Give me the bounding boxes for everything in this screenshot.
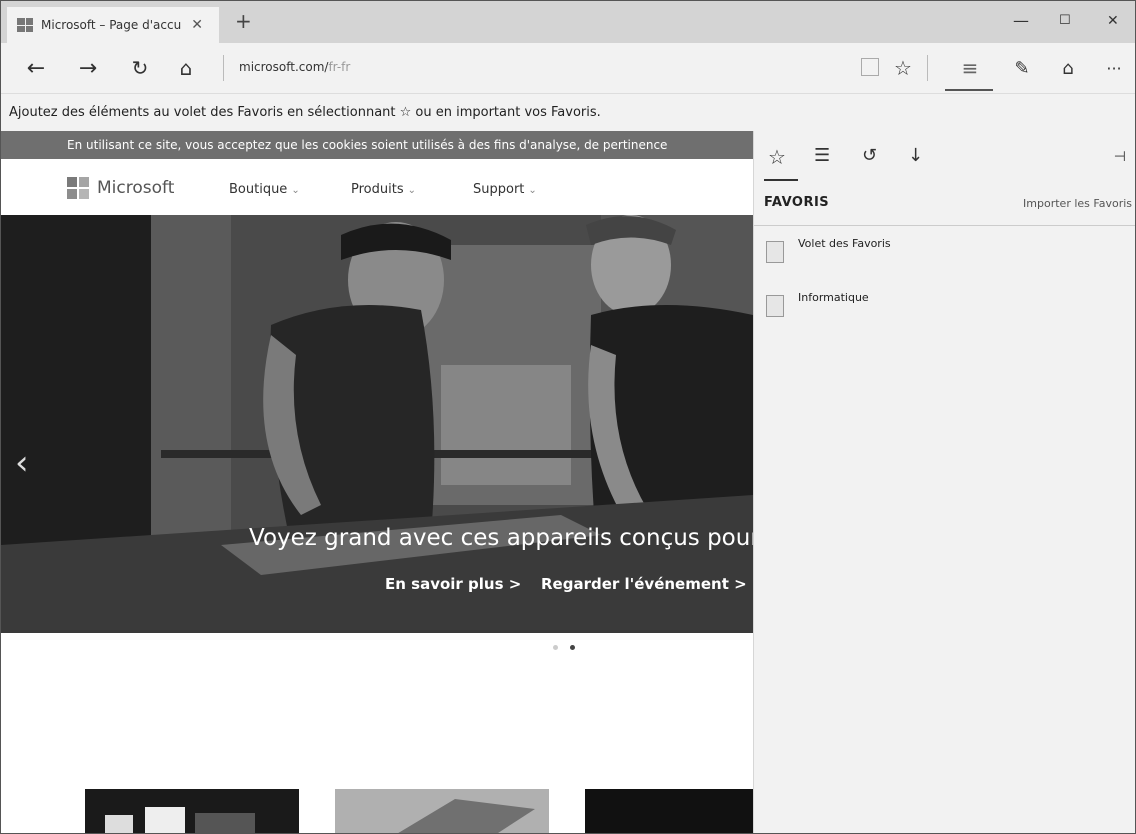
promo-tile[interactable]: [85, 789, 299, 833]
active-tab-indicator: [764, 179, 798, 181]
folder-informatique[interactable]: Informatique: [766, 291, 869, 317]
import-favorites-link[interactable]: Importer les Favoris: [1023, 197, 1132, 210]
address-bar[interactable]: microsoft.com/fr-fr: [239, 60, 350, 74]
close-window-button[interactable]: ✕: [1107, 13, 1119, 29]
divider: [754, 225, 1135, 226]
favorites-bar: Ajoutez des éléments au volet des Favori…: [1, 93, 1135, 132]
nav-produits[interactable]: Produits ⌄: [351, 182, 416, 197]
web-note-button[interactable]: ✎: [1007, 53, 1037, 83]
more-button[interactable]: ···: [1099, 53, 1129, 83]
tab-bar: Microsoft – Page d'accu ✕ + — ☐ ✕: [1, 1, 1135, 43]
site-navigation: Microsoft Boutique ⌄ Produits ⌄ Support ⌄: [1, 159, 753, 216]
pin-panel-icon[interactable]: ⊣: [1114, 149, 1126, 165]
hub-button[interactable]: ≡: [955, 53, 985, 83]
maximize-button[interactable]: ☐: [1059, 13, 1071, 28]
carousel-dots: [553, 645, 575, 650]
folder-name: Informatique: [798, 291, 869, 304]
promo-image: [105, 807, 255, 833]
brand-name: Microsoft: [97, 178, 175, 198]
carousel-dot[interactable]: [553, 645, 558, 650]
tab-title: Microsoft – Page d'accu: [41, 18, 182, 32]
hub-active-indicator: [945, 89, 993, 91]
history-icon[interactable]: ↺: [862, 145, 877, 166]
share-button[interactable]: ⌂: [1053, 53, 1083, 83]
favorites-bar-hint: Ajoutez des éléments au volet des Favori…: [9, 105, 601, 120]
forward-button[interactable]: →: [73, 53, 103, 83]
navigation-bar: ← → ↻ ⌂ microsoft.com/fr-fr ☆ ≡ ✎ ⌂ ···: [1, 43, 1135, 93]
tab-close-icon[interactable]: ✕: [191, 17, 203, 33]
cookie-text: En utilisant ce site, vous acceptez que …: [67, 138, 668, 152]
favorite-star-button[interactable]: ☆: [888, 53, 918, 83]
microsoft-logo-icon: [67, 177, 89, 199]
hero-title: Voyez grand avec ces appareils conçus po…: [249, 525, 753, 551]
carousel-prev-button[interactable]: ‹: [15, 443, 29, 483]
url-domain: microsoft.com/: [239, 60, 329, 74]
promo-image: [335, 789, 549, 833]
minimize-button[interactable]: —: [1013, 11, 1029, 30]
folder-volet-des-favoris[interactable]: Volet des Favoris: [766, 237, 891, 263]
folder-name: Volet des Favoris: [798, 237, 891, 250]
chevron-down-icon: ⌄: [291, 185, 300, 196]
learn-more-link[interactable]: En savoir plus >: [385, 575, 521, 593]
reading-list-icon[interactable]: ☰: [814, 145, 830, 166]
nav-boutique[interactable]: Boutique ⌄: [229, 182, 300, 197]
nav-label: Produits: [351, 182, 404, 197]
chevron-down-icon: ⌄: [528, 185, 537, 196]
hero-image: [1, 215, 753, 633]
divider: [927, 55, 928, 81]
web-page: En utilisant ce site, vous acceptez que …: [1, 131, 753, 833]
star-icon[interactable]: ☆: [768, 145, 786, 169]
home-button[interactable]: ⌂: [171, 53, 201, 83]
download-icon[interactable]: ↓: [908, 145, 923, 166]
hub-panel: ☆ ☰ ↺ ↓ ⊣ FAVORIS Importer les Favoris V…: [753, 131, 1135, 833]
tab-microsoft[interactable]: Microsoft – Page d'accu ✕: [7, 7, 219, 43]
promo-tile[interactable]: [585, 789, 753, 833]
folder-icon: [766, 241, 784, 263]
favorites-heading: FAVORIS: [764, 195, 830, 210]
chevron-down-icon: ⌄: [407, 185, 416, 196]
carousel-dot-active[interactable]: [570, 645, 575, 650]
nav-label: Support: [473, 182, 525, 197]
back-button[interactable]: ←: [21, 53, 51, 83]
divider: [223, 55, 224, 81]
microsoft-favicon-icon: [17, 18, 33, 32]
refresh-button[interactable]: ↻: [125, 53, 155, 83]
promo-tile[interactable]: [335, 789, 549, 833]
cookie-banner: En utilisant ce site, vous acceptez que …: [1, 131, 753, 159]
browser-window: Microsoft – Page d'accu ✕ + — ☐ ✕ ← → ↻ …: [0, 0, 1136, 834]
watch-event-link[interactable]: Regarder l'événement >: [541, 575, 747, 593]
new-tab-button[interactable]: +: [235, 9, 252, 33]
microsoft-logo[interactable]: Microsoft: [67, 177, 174, 199]
nav-support[interactable]: Support ⌄: [473, 182, 537, 197]
nav-label: Boutique: [229, 182, 288, 197]
folder-icon: [766, 295, 784, 317]
url-path: fr-fr: [328, 60, 351, 74]
hero-carousel: ‹ Voyez grand avec ces appareils conçus …: [1, 215, 753, 633]
reading-view-icon[interactable]: [861, 58, 879, 76]
